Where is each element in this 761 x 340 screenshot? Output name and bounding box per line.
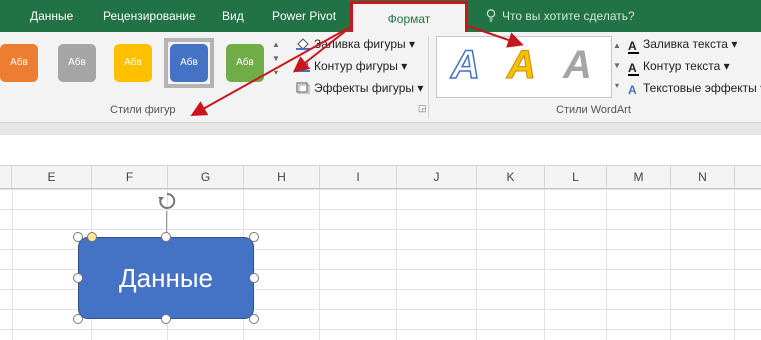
annotation-arrows <box>190 25 524 116</box>
